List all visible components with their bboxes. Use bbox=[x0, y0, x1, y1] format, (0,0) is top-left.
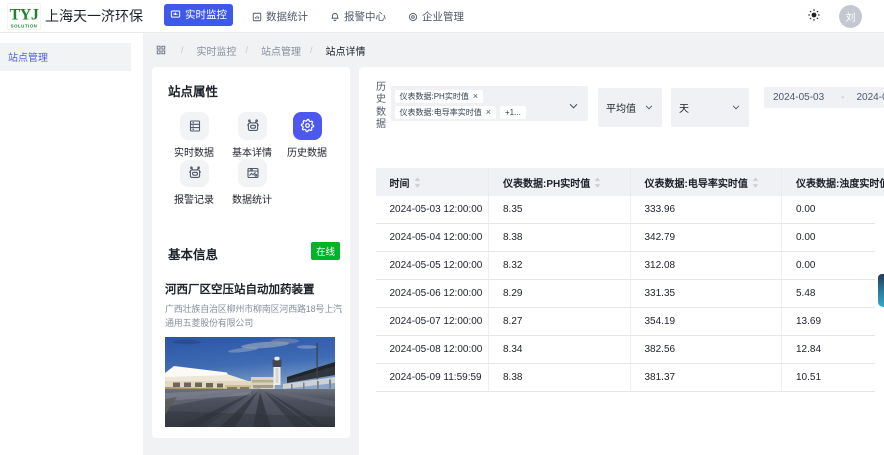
svg-text:SOLUTION: SOLUTION bbox=[11, 24, 38, 29]
svg-text:TYJ: TYJ bbox=[10, 7, 39, 24]
